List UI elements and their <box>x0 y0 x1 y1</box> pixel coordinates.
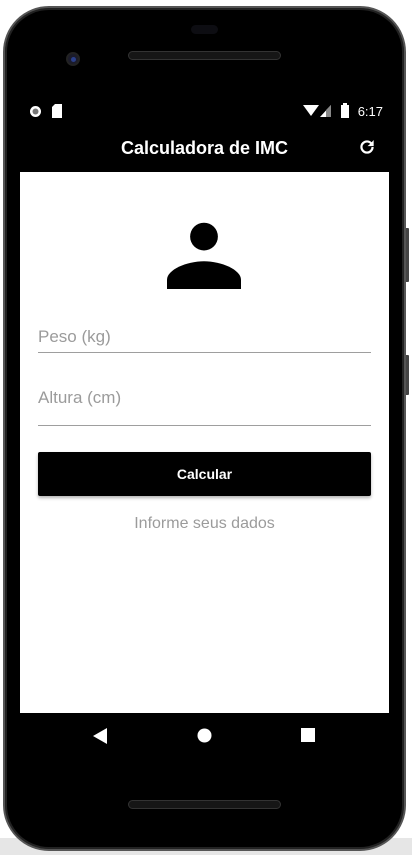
nav-bar <box>20 713 389 761</box>
app-content: Peso (kg) Altura (cm) Calcular Informe s… <box>20 172 389 713</box>
weight-input[interactable]: Peso (kg) <box>38 313 371 353</box>
battery-icon <box>341 103 349 118</box>
signal-icon <box>320 105 331 117</box>
bottom-speaker-grill <box>128 800 281 809</box>
page-title: Calculadora de IMC <box>120 138 289 158</box>
wifi-icon <box>303 105 319 116</box>
info-text: Informe seus dados <box>134 515 275 532</box>
recents-icon[interactable] <box>301 728 315 742</box>
camera-icon <box>66 52 80 66</box>
person-icon <box>167 222 241 289</box>
refresh-icon[interactable] <box>357 137 377 157</box>
top-speaker-grill <box>128 51 281 60</box>
record-icon <box>30 106 41 117</box>
calculate-button[interactable]: Calcular <box>38 452 371 496</box>
earpiece <box>191 25 218 34</box>
app-bar: Calculadora de IMC <box>20 124 389 172</box>
height-input[interactable]: Altura (cm) <box>38 372 371 426</box>
weight-placeholder: Peso (kg) <box>38 327 111 346</box>
sd-card-icon <box>52 104 62 118</box>
back-icon[interactable] <box>93 728 107 744</box>
status-bar: 6:17 <box>20 100 389 124</box>
home-icon[interactable] <box>197 728 212 743</box>
status-time: 6:17 <box>357 104 383 119</box>
height-placeholder: Altura (cm) <box>38 388 122 407</box>
